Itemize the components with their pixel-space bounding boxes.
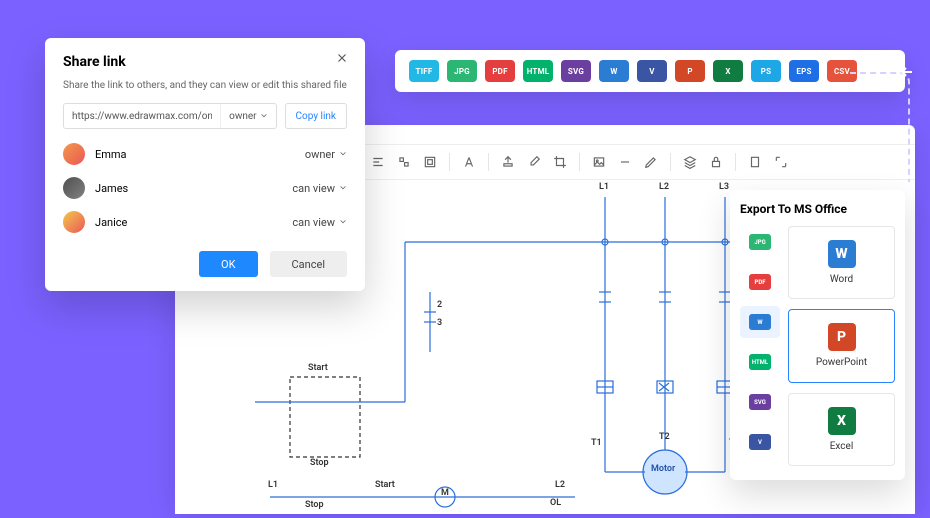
label-3: 3 [437,318,442,328]
export-format-html[interactable]: HTML [740,346,780,378]
person-row: Janice can view [63,211,347,233]
share-title: Share link [63,54,347,70]
export-panel: Export To MS Office JPG PDF W HTML SVG V WWor… [730,190,905,480]
person-role-select[interactable]: can view [292,182,347,195]
export-target-list: WWord PPowerPoint XExcel [788,226,895,466]
expand-icon[interactable] [770,151,792,173]
label-l1: L1 [599,182,609,192]
export-format-pdf[interactable]: PDF [740,266,780,298]
copy-link-button[interactable]: Copy link [285,103,347,129]
export-format-svg[interactable]: SVG [740,386,780,418]
format-badge-ps[interactable]: PS [751,60,781,82]
label-l1a: L1 [268,480,278,490]
format-badge-v[interactable]: V [637,60,667,82]
label-l3: L3 [719,182,729,192]
format-badge-svg[interactable]: SVG [561,60,591,82]
label-start: Start [308,363,328,373]
label-t1: T1 [591,438,602,448]
label-stop: Stop [310,458,329,468]
format-badge-x[interactable]: X [713,60,743,82]
label-stop2: Stop [305,500,324,510]
label-t2: T2 [659,432,670,442]
format-badge-eps[interactable]: EPS [789,60,819,82]
close-icon[interactable] [335,50,353,68]
align-icon[interactable] [367,151,389,173]
format-badge-tiff[interactable]: TIFF [409,60,439,82]
pen-icon[interactable] [640,151,662,173]
lock-icon[interactable] [705,151,727,173]
font-icon[interactable] [458,151,480,173]
person-row: James can view [63,177,347,199]
avatar [63,211,85,233]
eyedrop-icon[interactable] [523,151,545,173]
page-icon[interactable] [744,151,766,173]
ok-button[interactable]: OK [199,251,257,277]
share-url-input[interactable] [64,104,220,128]
image-icon[interactable] [588,151,610,173]
label-motor: Motor [651,464,675,474]
group-icon[interactable] [419,151,441,173]
export-formats-bar: TIFFJPGPDFHTMLSVGWVPXPSEPSCSV [395,50,905,92]
minus-icon[interactable] [614,151,636,173]
connector-line [850,72,910,182]
label-l2: L2 [659,182,669,192]
export-card-word[interactable]: WWord [788,226,895,299]
permission-label: owner [229,111,256,122]
format-badge-html[interactable]: HTML [523,60,553,82]
distribute-icon[interactable] [393,151,415,173]
person-name: James [95,182,128,195]
person-role-select[interactable]: can view [292,216,347,229]
export-card-powerpoint[interactable]: PPowerPoint [788,309,895,382]
avatar [63,143,85,165]
format-badge-jpg[interactable]: JPG [447,60,477,82]
cancel-button[interactable]: Cancel [270,251,347,277]
people-list: Emma owner James can view Janice can view [63,143,347,233]
label-m2: M [441,488,449,498]
layers-icon[interactable] [679,151,701,173]
export-title: Export To MS Office [740,202,895,216]
export-format-list: JPG PDF W HTML SVG V [740,226,780,466]
person-name: Janice [95,216,127,229]
person-row: Emma owner [63,143,347,165]
label-l2a: L2 [555,480,565,490]
person-name: Emma [95,148,127,161]
share-url-box: owner [63,103,277,129]
person-role-select[interactable]: owner [305,148,347,161]
format-badge-p[interactable]: P [675,60,705,82]
permission-select[interactable]: owner [220,104,275,128]
format-badge-pdf[interactable]: PDF [485,60,515,82]
avatar [63,177,85,199]
share-dialog: Share link Share the link to others, and… [45,38,365,291]
label-2: 2 [437,300,442,310]
export-format-jpg[interactable]: JPG [740,226,780,258]
label-start2: Start [375,480,395,490]
fill-icon[interactable] [497,151,519,173]
share-desc: Share the link to others, and they can v… [63,80,347,91]
arrow-left-icon [898,63,916,81]
format-badge-w[interactable]: W [599,60,629,82]
export-format-w[interactable]: W [740,306,780,338]
export-format-v[interactable]: V [740,426,780,458]
export-card-excel[interactable]: XExcel [788,393,895,466]
crop-icon[interactable] [549,151,571,173]
